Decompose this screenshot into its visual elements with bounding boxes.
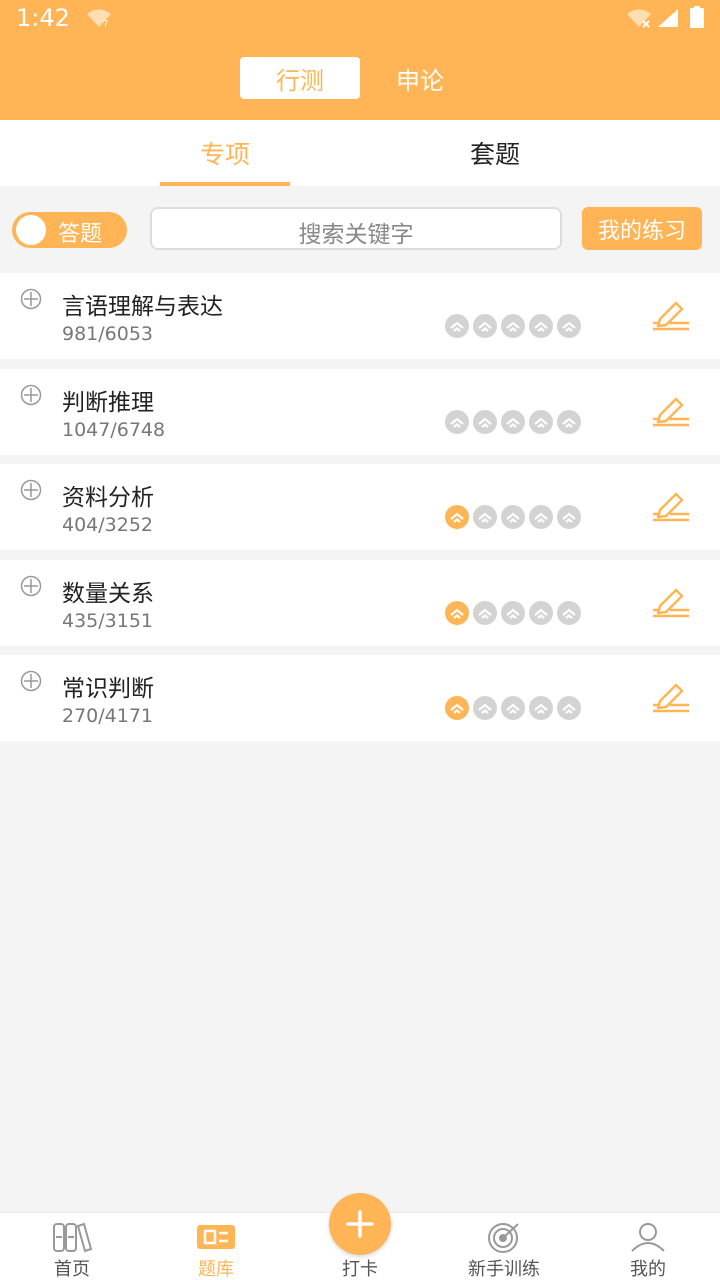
practice-edit-icon[interactable]: [652, 299, 690, 333]
level-badge-icon: [445, 600, 469, 625]
top-header: 1:42 ? 行测 申论: [0, 0, 720, 120]
category-count: 435/3151: [62, 609, 154, 632]
status-time: 1:42: [16, 4, 70, 32]
tabbar-label-training: 新手训练: [468, 1259, 540, 1280]
tabbar-item-training[interactable]: 新手训练: [444, 1213, 564, 1280]
level-indicator: [445, 314, 581, 338]
level-badge-icon: [445, 314, 469, 338]
tabbar-label-home: 首页: [54, 1259, 90, 1280]
category-count: 270/4171: [62, 705, 154, 727]
level-badge-icon: [529, 600, 553, 625]
wifi-unknown-icon: ?: [87, 9, 111, 28]
toggle-label: 答题: [58, 222, 103, 247]
level-indicator: [445, 505, 581, 529]
list-item[interactable]: 言语理解与表达 981/6053: [0, 273, 720, 359]
expand-plus-icon[interactable]: [20, 384, 42, 406]
practice-edit-icon[interactable]: [652, 490, 690, 524]
expand-plus-icon[interactable]: [20, 288, 42, 310]
level-indicator: [445, 600, 581, 625]
level-badge-icon: [501, 505, 525, 529]
list-item[interactable]: 判断推理 1047/6748: [0, 368, 720, 455]
signal-icon: [658, 9, 678, 27]
level-badge-icon: [445, 409, 469, 434]
search-input[interactable]: 搜索关键字: [150, 207, 562, 250]
category-list: 言语理解与表达 981/6053 判断推理 1047/6748 资料分析 404/3252…: [0, 273, 720, 751]
status-bar: 1:42 ?: [0, 0, 720, 36]
my-practice-button[interactable]: 我的练习: [582, 207, 702, 250]
sub-tabs: 专项 套题: [0, 120, 720, 186]
segment-xingce[interactable]: 行测: [240, 57, 360, 99]
category-title: 言语理解与表达: [62, 294, 223, 320]
level-badge-icon: [473, 409, 497, 434]
level-badge-icon: [557, 505, 581, 529]
level-badge-icon: [557, 409, 581, 434]
level-badge-icon: [501, 696, 525, 720]
battery-icon: [690, 6, 704, 28]
level-badge-icon: [501, 600, 525, 625]
person-icon: [631, 1223, 665, 1252]
tabbar-label-checkin: 打卡: [342, 1259, 378, 1280]
practice-edit-icon[interactable]: [652, 586, 690, 620]
checkin-plus-button[interactable]: [329, 1193, 391, 1255]
level-indicator: [445, 696, 581, 720]
list-item[interactable]: 资料分析 404/3252: [0, 464, 720, 550]
level-badge-icon: [529, 409, 553, 434]
level-badge-icon: [501, 314, 525, 338]
level-badge-icon: [473, 505, 497, 529]
level-badge-icon: [473, 314, 497, 338]
level-badge-icon: [473, 696, 497, 720]
practice-edit-icon[interactable]: [652, 395, 690, 429]
level-badge-icon: [557, 696, 581, 720]
list-item[interactable]: 常识判断 270/4171: [0, 655, 720, 741]
expand-plus-icon[interactable]: [20, 575, 42, 597]
tabbar-item-question-bank[interactable]: 题库: [156, 1213, 276, 1280]
home-books-icon: [53, 1222, 92, 1253]
level-badge-icon: [445, 696, 469, 720]
category-count: 1047/6748: [62, 418, 166, 441]
level-badge-icon: [529, 505, 553, 529]
category-title: 判断推理: [62, 389, 154, 416]
svg-text:?: ?: [103, 19, 108, 28]
question-bank-icon: [197, 1225, 235, 1249]
level-badge-icon: [529, 314, 553, 338]
expand-plus-icon[interactable]: [20, 670, 42, 692]
toggle-knob: [16, 215, 46, 245]
tab-taoti[interactable]: 套题: [430, 120, 560, 186]
level-indicator: [445, 409, 581, 434]
category-title: 数量关系: [62, 580, 154, 607]
tab-zhuanxiang[interactable]: 专项: [160, 120, 290, 186]
category-title: 常识判断: [62, 676, 154, 702]
level-badge-icon: [501, 409, 525, 434]
tabbar-label-question-bank: 题库: [198, 1259, 234, 1280]
level-badge-icon: [529, 696, 553, 720]
plus-icon: [346, 1210, 374, 1238]
tabbar-label-mine: 我的: [630, 1259, 666, 1280]
category-count: 981/6053: [62, 323, 154, 345]
tab-zhuanxiang-label: 专项: [199, 140, 250, 169]
segment-shenlun[interactable]: 申论: [360, 57, 480, 99]
wifi-off-icon: [627, 9, 651, 28]
tabbar-item-mine[interactable]: 我的: [588, 1213, 708, 1280]
tabbar-item-home[interactable]: 首页: [12, 1213, 132, 1280]
level-badge-icon: [445, 505, 469, 529]
target-icon: [488, 1223, 519, 1253]
practice-edit-icon[interactable]: [652, 681, 690, 715]
level-badge-icon: [473, 600, 497, 625]
toolbar: 答题 搜索关键字 我的练习: [0, 186, 720, 272]
category-count: 404/3252: [62, 514, 154, 536]
category-title: 资料分析: [62, 485, 154, 511]
answer-mode-toggle[interactable]: 答题: [12, 212, 127, 248]
level-badge-icon: [557, 600, 581, 625]
list-item[interactable]: 数量关系 435/3151: [0, 559, 720, 646]
expand-plus-icon[interactable]: [20, 479, 42, 501]
level-badge-icon: [557, 314, 581, 338]
tab-taoti-label: 套题: [469, 140, 520, 169]
